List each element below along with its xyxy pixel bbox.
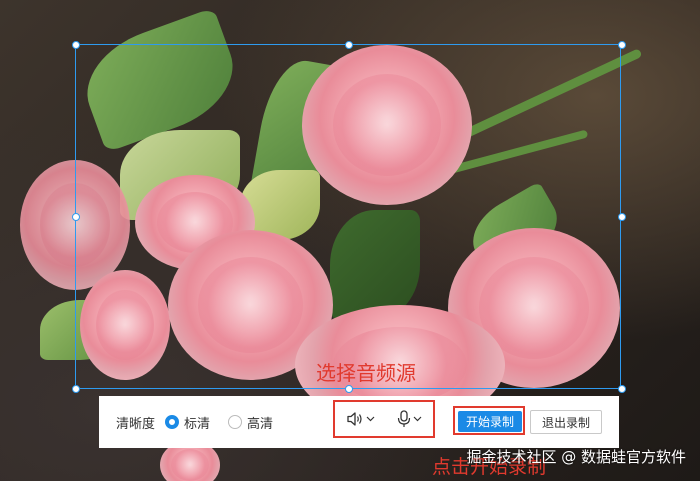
quality-option-sd[interactable]: 标清 xyxy=(165,413,210,432)
resize-handle-right[interactable] xyxy=(618,213,626,221)
radio-checked-icon[interactable] xyxy=(165,415,180,429)
system-audio-button[interactable] xyxy=(346,411,375,427)
resize-handle-bottom-left[interactable] xyxy=(72,385,80,393)
audio-source-group xyxy=(333,400,435,438)
start-record-highlight: 开始录制 xyxy=(453,406,525,435)
capture-selection-frame[interactable] xyxy=(75,44,621,389)
resize-handle-top[interactable] xyxy=(345,41,353,49)
quality-option-sd-label: 标清 xyxy=(184,416,211,432)
quality-option-hd[interactable]: 高清 xyxy=(228,413,273,432)
radio-unchecked-icon[interactable] xyxy=(228,415,243,429)
speaker-icon xyxy=(347,412,362,426)
exit-record-button[interactable]: 退出录制 xyxy=(530,410,602,434)
start-record-button[interactable]: 开始录制 xyxy=(458,411,522,432)
chevron-down-icon xyxy=(413,416,422,422)
quality-option-hd-label: 高清 xyxy=(247,416,274,432)
resize-handle-bottom[interactable] xyxy=(345,385,353,393)
resize-handle-top-left[interactable] xyxy=(72,41,80,49)
microphone-button[interactable] xyxy=(397,410,422,428)
screen-recorder-area: 选择音频源 清晰度 标清 高清 开始录制 退出录制 点击开始录制 掘金技术社区 … xyxy=(0,0,700,481)
resize-handle-bottom-right[interactable] xyxy=(618,385,626,393)
quality-label: 清晰度 xyxy=(116,416,156,432)
chevron-down-icon xyxy=(366,416,375,422)
watermark: 掘金技术社区 @ 数据蛙官方软件 xyxy=(466,448,686,466)
annotation-select-audio: 选择音频源 xyxy=(316,361,416,385)
resize-handle-left[interactable] xyxy=(72,213,80,221)
microphone-icon xyxy=(397,410,411,427)
resize-handle-top-right[interactable] xyxy=(618,41,626,49)
